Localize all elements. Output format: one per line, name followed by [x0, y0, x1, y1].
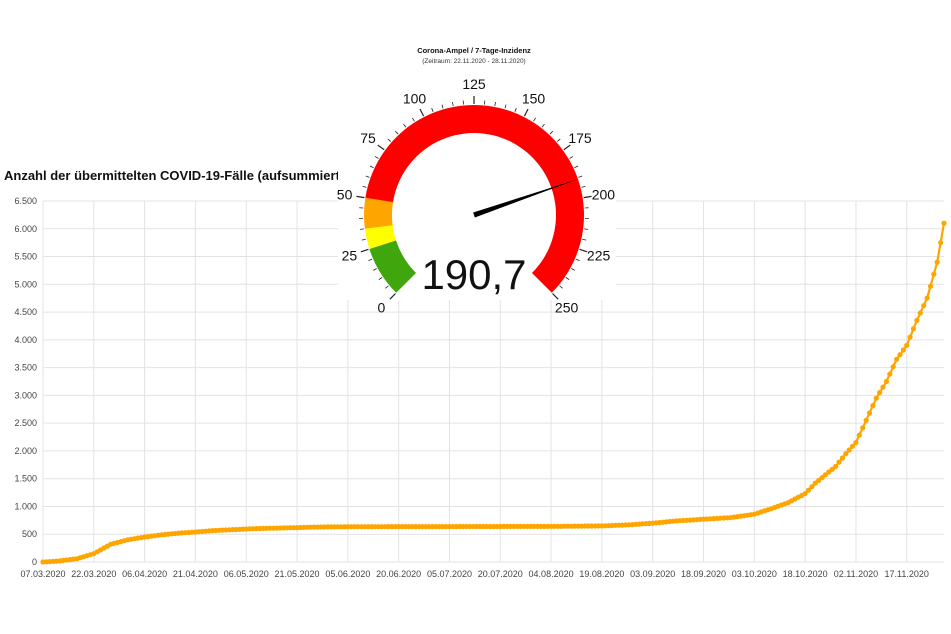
data-point [856, 432, 862, 438]
data-point [836, 459, 842, 465]
data-point [866, 410, 873, 416]
data-point [910, 326, 917, 332]
data-point [833, 463, 839, 470]
x-tick-label: 02.11.2020 [834, 569, 878, 579]
y-tick-label: 4.000 [14, 335, 37, 345]
data-point [870, 403, 876, 409]
x-tick-label: 06.05.2020 [224, 569, 269, 579]
data-point [890, 364, 896, 370]
x-tick-label: 05.06.2020 [325, 569, 370, 579]
gauge-title: Corona-Ampel / 7-Tage-Inzidenz [417, 46, 531, 55]
x-tick-label: 20.06.2020 [376, 569, 421, 579]
x-tick-label: 03.10.2020 [732, 569, 777, 579]
data-point [883, 378, 890, 385]
chart-title: Anzahl der übermittelten COVID-19-Fälle … [4, 168, 344, 183]
data-point [894, 356, 900, 362]
data-point [914, 317, 920, 323]
gauge-tick-label: 175 [568, 130, 592, 146]
x-tick-label: 22.03.2020 [71, 569, 116, 579]
y-tick-label: 2.500 [14, 418, 37, 428]
gauge-subtitle: (Zeitraum: 22.11.2020 - 28.11.2020) [422, 58, 525, 65]
y-tick-label: 3.500 [14, 363, 37, 373]
y-tick-label: 1.000 [14, 501, 37, 511]
data-point [904, 342, 910, 348]
gauge-tick-label: 0 [378, 300, 386, 316]
gauge-tick-label: 125 [462, 76, 486, 92]
x-tick-label: 06.04.2020 [122, 569, 167, 579]
data-point [880, 384, 886, 390]
data-point [907, 334, 913, 340]
x-tick-label: 18.09.2020 [681, 569, 726, 579]
gauge-tick-label: 75 [360, 130, 376, 146]
x-tick-label: 19.08.2020 [579, 569, 624, 579]
data-point [887, 371, 893, 377]
gauge-tick-label: 225 [587, 248, 611, 264]
data-point [941, 220, 947, 226]
incidence-gauge: Corona-Ampel / 7-Tage-Inzidenz (Zeitraum… [337, 38, 616, 316]
x-axis-ticks: 07.03.2020 22.03.2020 06.04.2020 21.04.2020… [20, 569, 928, 579]
y-tick-label: 500 [22, 529, 37, 539]
y-tick-label: 6.500 [14, 196, 37, 206]
data-point [853, 440, 859, 446]
gauge-tick-label: 250 [555, 300, 579, 316]
x-tick-label: 21.05.2020 [275, 569, 320, 579]
gauge-tick-label: 150 [522, 90, 546, 106]
data-point [900, 347, 907, 353]
data-point [934, 259, 940, 265]
x-tick-label: 21.04.2020 [173, 569, 218, 579]
data-point [917, 310, 923, 316]
gauge-tick-label: 200 [592, 187, 616, 203]
gauge-value: 190,7 [421, 251, 526, 298]
y-tick-label: 5.000 [14, 279, 37, 289]
y-tick-label: 1.500 [14, 474, 37, 484]
gauge-tick-mark [584, 228, 589, 230]
gauge-tick-label: 100 [403, 90, 427, 106]
data-point [938, 240, 944, 246]
y-tick-label: 2.000 [14, 446, 37, 456]
data-point [924, 295, 930, 301]
x-tick-label: 04.08.2020 [529, 569, 574, 579]
x-tick-label: 20.07.2020 [478, 569, 523, 579]
data-point [931, 271, 937, 277]
y-axis-ticks: 0 500 1.000 1.500 2.000 2.500 3.000 3.500 4.000 4… [14, 196, 37, 567]
data-point [877, 390, 883, 396]
data-point [863, 417, 869, 423]
y-tick-label: 3.000 [14, 390, 37, 400]
data-point [927, 283, 934, 289]
data-point [921, 303, 927, 309]
data-point [873, 395, 879, 401]
x-tick-label: 03.09.2020 [630, 569, 675, 579]
y-tick-label: 4.500 [14, 307, 37, 317]
gauge-tick-label: 25 [342, 248, 358, 264]
gauge-tick-label: 50 [337, 187, 353, 203]
y-tick-label: 6.000 [14, 224, 37, 234]
chart-canvas: Anzahl der übermittelten COVID-19-Fälle … [4, 38, 947, 579]
data-point [839, 455, 846, 461]
y-tick-label: 0 [32, 557, 37, 567]
x-tick-label: 18.10.2020 [783, 569, 828, 579]
y-tick-label: 5.500 [14, 252, 37, 262]
x-tick-label: 05.07.2020 [427, 569, 472, 579]
gauge-band [363, 197, 394, 229]
data-point [860, 425, 866, 431]
x-tick-label: 17.11.2020 [885, 569, 929, 579]
x-tick-label: 07.03.2020 [20, 569, 65, 579]
data-point [897, 352, 903, 358]
gauge-tick-mark [359, 228, 364, 230]
